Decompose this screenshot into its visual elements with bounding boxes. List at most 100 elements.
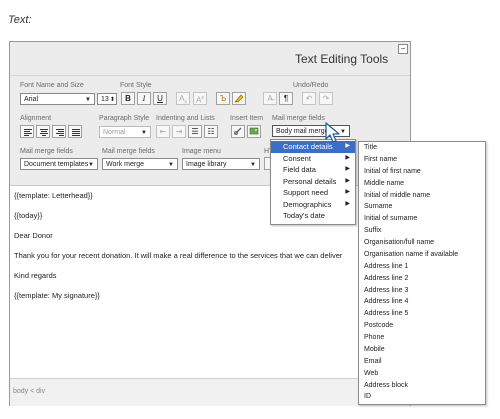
menu-item-personal-details[interactable]: Personal details ▶ [271, 176, 355, 188]
submenu-arrow-icon: ▶ [345, 154, 350, 161]
menu-item-support-need[interactable]: Support need ▶ [271, 187, 355, 199]
submenu-item[interactable]: Organisation name if available [364, 251, 458, 258]
submenu-item[interactable]: Initial of surname [364, 215, 417, 222]
submenu-item[interactable]: Address line 1 [364, 263, 408, 270]
submenu-arrow-icon: ▶ [345, 166, 350, 172]
align-left-icon[interactable] [20, 125, 34, 138]
submenu-item[interactable]: Title [364, 144, 377, 151]
align-justify-icon[interactable] [68, 125, 82, 138]
menu-item-label: Consent [283, 153, 311, 163]
submenu-item[interactable]: Address line 4 [364, 298, 408, 305]
spinner-icon: ⬍ [109, 97, 115, 103]
submenu-item[interactable]: Phone [364, 334, 384, 341]
menu-item-contact-details[interactable]: Contact details ▶ [271, 141, 355, 153]
align-right-icon[interactable] [52, 125, 66, 138]
clear-format-icon[interactable]: A̶ [263, 92, 277, 105]
chevron-down-icon: ▼ [168, 162, 174, 168]
font-size-value: 13 [101, 96, 109, 103]
italic-button[interactable]: I [137, 92, 151, 105]
body-mail-merge-value: Body mail merge [276, 128, 329, 135]
work-merge-value: Work merge [106, 161, 144, 168]
content-line: Thank you for your recent donation. It w… [14, 251, 343, 260]
underline-button[interactable]: U [153, 92, 167, 105]
chevron-down-icon: ▼ [141, 130, 147, 136]
submenu-item[interactable]: Address line 5 [364, 310, 408, 317]
bullet-list-icon[interactable]: ☰ [188, 125, 202, 138]
toolbar-divider [10, 75, 410, 76]
mouse-pointer-icon [325, 122, 340, 143]
paragraph-mark-icon[interactable]: ¶ [279, 92, 293, 105]
insert-item-label: Insert Item [230, 115, 264, 122]
toolbar-title: Text Editing Tools [295, 52, 389, 66]
indent-lists-label: Indenting and Lists [156, 115, 215, 122]
mail-merge-fields-label-2: Mail merge fields [102, 148, 155, 155]
image-menu-label: Image menu [182, 148, 221, 155]
outdent-icon[interactable]: ⇤ [156, 125, 170, 138]
alignment-label: Alignment [20, 115, 52, 122]
font-size-select[interactable]: 13 ⬍ [97, 93, 117, 105]
mail-merge-fields-label-1: Mail merge fields [20, 148, 73, 155]
menu-item-consent[interactable]: Consent ▶ [271, 153, 355, 165]
menu-item-label: Demographics [283, 199, 332, 209]
content-line: {{template: Letterhead}} [14, 191, 93, 200]
menu-item-label: Field data [283, 165, 316, 174]
section-heading: Text: [8, 14, 32, 26]
submenu-item[interactable]: ID [364, 393, 371, 400]
chevron-down-icon: ▼ [250, 162, 256, 168]
bold-button[interactable]: B [121, 92, 135, 105]
mail-merge-fields-label-top: Mail merge fields [272, 115, 325, 122]
menu-item-label: Support need [283, 188, 329, 197]
link-icon[interactable] [231, 125, 245, 138]
contact-details-submenu: Title First name Initial of first name M… [358, 141, 486, 405]
align-center-icon[interactable] [36, 125, 50, 138]
text-color-icon[interactable]: Ъ [216, 92, 230, 105]
chevron-down-icon: ▼ [85, 97, 91, 103]
image-library-select[interactable]: Image library ▼ [182, 158, 260, 170]
content-line: Dear Donor [14, 231, 53, 240]
menu-item-demographics[interactable]: Demographics ▶ [271, 199, 355, 211]
collapse-icon[interactable]: − [398, 44, 408, 54]
content-line: {{template: My signature}} [14, 291, 100, 300]
submenu-item[interactable]: Suffix [364, 227, 381, 234]
element-path: body < div [13, 388, 46, 395]
menu-item-field-data[interactable]: Field data ▶ [271, 164, 355, 176]
submenu-item[interactable]: Email [364, 358, 382, 365]
redo-icon[interactable]: ↷ [319, 92, 333, 105]
submenu-item[interactable]: Mobile [364, 346, 385, 353]
submenu-item[interactable]: Postcode [364, 322, 393, 329]
mail-merge-menu: Contact details ▶ Consent ▶ Field data ▶ Pe… [270, 139, 356, 225]
submenu-item[interactable]: Address line 2 [364, 275, 408, 282]
image-library-value: Image library [186, 161, 227, 168]
indent-icon[interactable]: ⇥ [172, 125, 186, 138]
paragraph-style-value: Normal [103, 129, 126, 136]
submenu-item[interactable]: Initial of first name [364, 168, 421, 175]
menu-item-todays-date[interactable]: Today's date [271, 210, 355, 222]
font-name-value: Arial [24, 96, 39, 103]
submenu-arrow-icon: ▶ [345, 189, 350, 195]
document-templates-value: Document templates [24, 161, 89, 168]
submenu-item[interactable]: Address line 3 [364, 287, 408, 294]
submenu-item[interactable]: Middle name [364, 180, 404, 187]
font-label: Font Name and Size [20, 82, 84, 89]
submenu-arrow-icon: ▶ [345, 177, 350, 184]
submenu-item[interactable]: Web [364, 370, 378, 377]
document-templates-select[interactable]: Document templates ▼ [20, 158, 98, 170]
submenu-item[interactable]: Address block [364, 382, 408, 389]
submenu-item[interactable]: Surname [364, 203, 392, 210]
paragraph-style-select[interactable]: Normal ▼ [99, 126, 151, 138]
submenu-item[interactable]: First name [364, 156, 397, 163]
undo-icon[interactable]: ↶ [302, 92, 316, 105]
submenu-item[interactable]: Organisation/full name [364, 239, 434, 246]
chevron-down-icon: ▼ [88, 162, 94, 168]
superscript-icon[interactable]: Ax [193, 92, 207, 105]
highlight-pen-icon[interactable] [232, 92, 246, 105]
submenu-arrow-icon: ▶ [345, 200, 350, 207]
submenu-item[interactable]: Initial of middle name [364, 192, 430, 199]
font-name-select[interactable]: Arial ▼ [20, 93, 95, 105]
image-icon[interactable] [247, 125, 261, 138]
content-line: {{today}} [14, 211, 43, 220]
content-line: Kind regards [14, 271, 57, 280]
subscript-icon[interactable]: Ax [176, 92, 190, 106]
work-merge-select[interactable]: Work merge ▼ [102, 158, 178, 170]
numbered-list-icon[interactable]: ☷ [204, 125, 218, 138]
